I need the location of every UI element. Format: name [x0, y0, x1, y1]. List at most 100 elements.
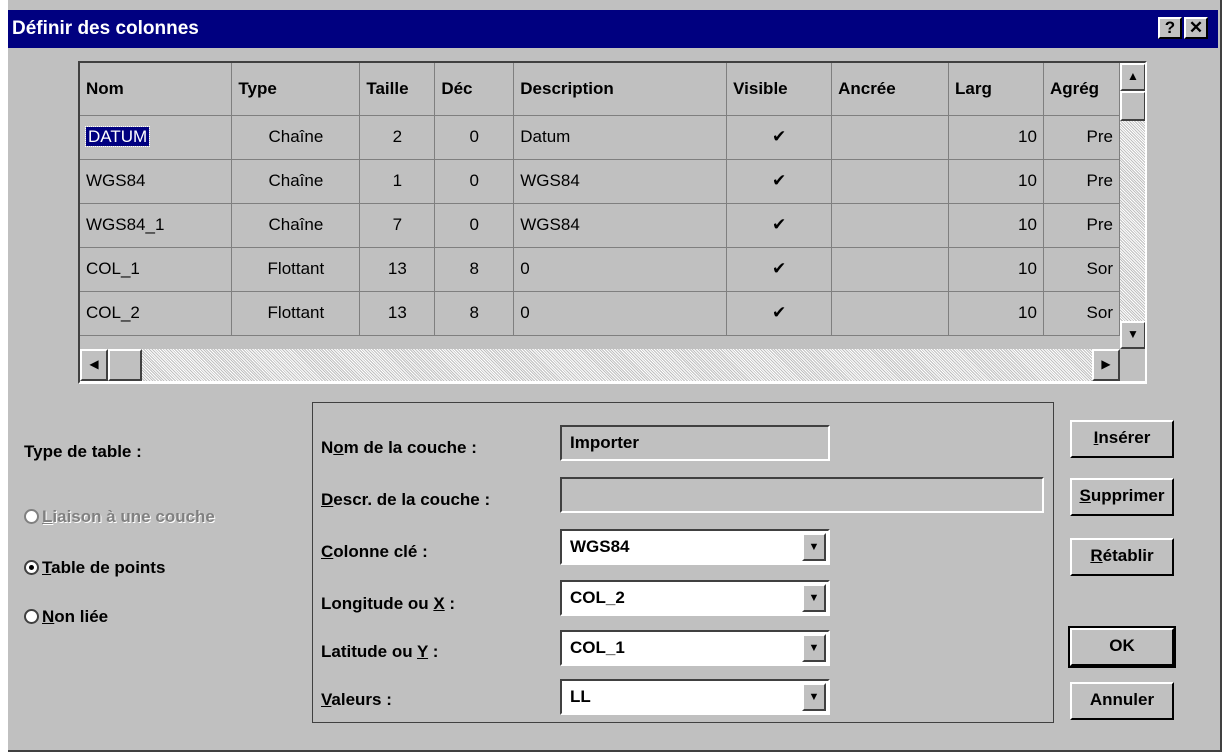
- layer-name-input[interactable]: Importer: [560, 425, 830, 461]
- dropdown-arrow-icon[interactable]: ▼: [802, 533, 826, 561]
- left-margin: [0, 0, 8, 752]
- cell-type[interactable]: Chaîne: [231, 203, 361, 248]
- horizontal-scroll-thumb[interactable]: [108, 349, 142, 381]
- cell-taille[interactable]: 13: [359, 247, 436, 292]
- cell-nom[interactable]: WGS84: [80, 159, 233, 204]
- longitude-select[interactable]: COL_2 ▼: [560, 580, 830, 616]
- cell-ancree[interactable]: [831, 115, 950, 160]
- table-row[interactable]: WGS84_1 Chaîne 7 0 WGS84 ✔ 10 Pre: [80, 203, 1120, 248]
- cell-ancree[interactable]: [831, 159, 950, 204]
- cell-visible-check-icon[interactable]: ✔: [726, 203, 833, 248]
- table-row[interactable]: WGS84 Chaîne 1 0 WGS84 ✔ 10 Pre: [80, 159, 1120, 204]
- cell-visible-check-icon[interactable]: ✔: [726, 159, 833, 204]
- col-header-taille[interactable]: Taille: [359, 63, 436, 116]
- reset-button[interactable]: Rétablir: [1070, 538, 1174, 576]
- cell-larg[interactable]: 10: [948, 291, 1044, 336]
- latitude-select[interactable]: COL_1 ▼: [560, 630, 830, 666]
- scroll-up-arrow-icon[interactable]: ▲: [1120, 63, 1145, 91]
- cell-larg[interactable]: 10: [948, 115, 1044, 160]
- cell-type[interactable]: Flottant: [231, 247, 361, 292]
- label-part: N: [321, 438, 334, 457]
- cell-agreg[interactable]: Sor: [1043, 291, 1120, 336]
- header-row: Nom Type Taille Déc Description Visible …: [80, 63, 1120, 116]
- mnemonic: S: [1079, 486, 1091, 505]
- col-header-type[interactable]: Type: [231, 63, 361, 116]
- cell-agreg[interactable]: Sor: [1043, 247, 1120, 292]
- cell-ancree[interactable]: [831, 247, 950, 292]
- cell-dec[interactable]: 0: [434, 159, 515, 204]
- cell-nom[interactable]: WGS84_1: [80, 203, 233, 248]
- layer-descr-input[interactable]: [560, 477, 1044, 513]
- col-header-ancree[interactable]: Ancrée: [831, 63, 950, 116]
- mnemonic: N: [42, 607, 55, 626]
- columns-grid[interactable]: Nom Type Taille Déc Description Visible …: [78, 61, 1147, 384]
- selected-cell-value[interactable]: DATUM: [84, 126, 151, 147]
- cell-description[interactable]: WGS84: [513, 159, 728, 204]
- cell-agreg[interactable]: Pre: [1043, 203, 1120, 248]
- cell-dec[interactable]: 8: [434, 291, 515, 336]
- cell-visible-check-icon[interactable]: ✔: [726, 247, 833, 292]
- scroll-left-arrow-icon[interactable]: ◀: [80, 349, 108, 381]
- col-header-visible[interactable]: Visible: [726, 63, 833, 116]
- table-row[interactable]: DATUM Chaîne 2 0 Datum ✔ 10 Pre: [80, 115, 1120, 160]
- cell-ancree[interactable]: [831, 203, 950, 248]
- vertical-scroll-thumb[interactable]: [1120, 91, 1145, 121]
- col-header-description[interactable]: Description: [513, 63, 728, 116]
- help-button[interactable]: ?: [1158, 17, 1182, 39]
- cell-nom[interactable]: COL_1: [80, 247, 233, 292]
- horizontal-scrollbar[interactable]: ◀ ▶: [80, 349, 1120, 381]
- cell-nom[interactable]: DATUM: [80, 115, 233, 160]
- cell-visible-check-icon[interactable]: ✔: [726, 291, 833, 336]
- cell-taille[interactable]: 13: [359, 291, 436, 336]
- cell-description[interactable]: 0: [513, 291, 728, 336]
- cell-larg[interactable]: 10: [948, 247, 1044, 292]
- scroll-down-arrow-icon[interactable]: ▼: [1120, 321, 1145, 349]
- cell-dec[interactable]: 0: [434, 115, 515, 160]
- cell-agreg[interactable]: Pre: [1043, 115, 1120, 160]
- ok-button[interactable]: OK: [1068, 626, 1176, 668]
- scroll-right-arrow-icon[interactable]: ▶: [1092, 349, 1120, 381]
- col-header-nom[interactable]: Nom: [80, 63, 233, 116]
- dropdown-arrow-icon[interactable]: ▼: [802, 584, 826, 612]
- vertical-scrollbar[interactable]: ▲ ▼: [1120, 63, 1145, 349]
- dropdown-arrow-icon[interactable]: ▼: [802, 634, 826, 662]
- dropdown-arrow-icon[interactable]: ▼: [802, 683, 826, 711]
- key-column-select[interactable]: WGS84 ▼: [560, 529, 830, 565]
- cell-description[interactable]: Datum: [513, 115, 728, 160]
- insert-button[interactable]: Insérer: [1070, 420, 1174, 458]
- cell-taille[interactable]: 7: [359, 203, 436, 248]
- close-button[interactable]: ✕: [1184, 17, 1208, 39]
- radio-icon[interactable]: [24, 509, 39, 524]
- button-label: nsérer: [1098, 428, 1151, 447]
- radio-selected-icon[interactable]: [24, 560, 39, 575]
- cell-dec[interactable]: 8: [434, 247, 515, 292]
- key-column-label: Colonne clé :: [321, 542, 428, 562]
- cell-taille[interactable]: 1: [359, 159, 436, 204]
- col-header-dec[interactable]: Déc: [434, 63, 515, 116]
- table-row[interactable]: COL_2 Flottant 13 8 0 ✔ 10 Sor: [80, 291, 1120, 336]
- col-header-agreg[interactable]: Agrég: [1043, 63, 1120, 116]
- radio-table-points-label: Table de points: [42, 558, 165, 578]
- table-row[interactable]: COL_1 Flottant 13 8 0 ✔ 10 Sor: [80, 247, 1120, 292]
- button-label: upprimer: [1090, 486, 1165, 505]
- cell-larg[interactable]: 10: [948, 159, 1044, 204]
- delete-button[interactable]: Supprimer: [1070, 478, 1174, 516]
- cell-taille[interactable]: 2: [359, 115, 436, 160]
- cell-larg[interactable]: 10: [948, 203, 1044, 248]
- cell-description[interactable]: 0: [513, 247, 728, 292]
- values-select[interactable]: LL ▼: [560, 679, 830, 715]
- cell-description[interactable]: WGS84: [513, 203, 728, 248]
- cell-type[interactable]: Chaîne: [231, 115, 361, 160]
- cell-dec[interactable]: 0: [434, 203, 515, 248]
- cell-visible-check-icon[interactable]: ✔: [726, 115, 833, 160]
- cancel-button[interactable]: Annuler: [1070, 682, 1174, 720]
- col-header-larg[interactable]: Larg: [948, 63, 1044, 116]
- cell-ancree[interactable]: [831, 291, 950, 336]
- layer-name-label: Nom de la couche :: [321, 438, 477, 458]
- cell-type[interactable]: Chaîne: [231, 159, 361, 204]
- cell-type[interactable]: Flottant: [231, 291, 361, 336]
- cell-agreg[interactable]: Pre: [1043, 159, 1120, 204]
- scroll-corner: [1120, 349, 1145, 381]
- radio-icon[interactable]: [24, 609, 39, 624]
- cell-nom[interactable]: COL_2: [80, 291, 233, 336]
